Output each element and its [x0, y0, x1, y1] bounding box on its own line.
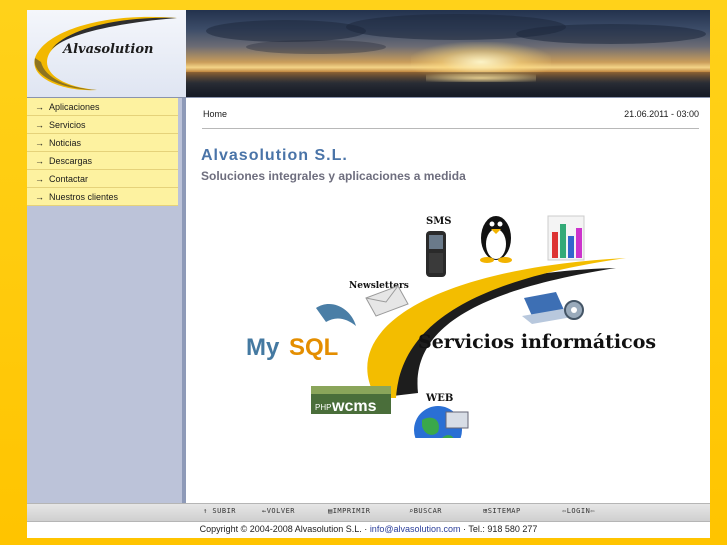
sidebar-item-label: Servicios	[49, 120, 86, 130]
sidebar: → Aplicaciones → Servicios → Noticias → Desc…	[27, 98, 186, 503]
logo[interactable]: Alvasolution	[27, 10, 186, 97]
phone-text: · Tel.: 918 580 277	[460, 524, 538, 534]
sidebar-item-aplicaciones[interactable]: → Aplicaciones	[27, 98, 178, 116]
sitemap-link[interactable]: ⊞SITEMAP	[483, 507, 521, 515]
mysql-logo: My SQL	[246, 304, 356, 361]
current-date: 21.06.2011 - 03:00	[624, 109, 699, 119]
imprimir-link[interactable]: ▤IMPRIMIR	[328, 507, 370, 515]
mysql-sql: SQL	[289, 334, 338, 361]
header-banner-image	[186, 10, 710, 97]
logo-text: Alvasolution	[63, 42, 154, 57]
services-label: Servicios informáticos	[418, 331, 656, 353]
page-subtitle: Soluciones integrales y aplicaciones a m…	[201, 169, 466, 183]
wcms-text: wcms	[331, 398, 377, 415]
sidebar-item-noticias[interactable]: → Noticias	[27, 134, 178, 152]
breadcrumb[interactable]: Home	[203, 109, 227, 119]
arrow-right-icon: →	[35, 102, 44, 112]
login-link[interactable]: ⇦LOGIN⇦	[562, 507, 595, 515]
footer-nav: ↑ SUBIR ←VOLVER ▤IMPRIMIR ⌕BUSCAR ⊞SITEM…	[27, 503, 710, 522]
breadcrumb-bar: Home 21.06.2011 - 03:00	[202, 106, 699, 129]
mysql-my: My	[246, 334, 280, 361]
arrow-right-icon: →	[35, 156, 44, 166]
sidebar-menu: → Aplicaciones → Servicios → Noticias → Desc…	[27, 98, 182, 206]
mobile-phone-icon	[426, 231, 446, 277]
sidebar-item-descargas[interactable]: → Descargas	[27, 152, 178, 170]
php-text: PHP	[315, 403, 331, 412]
header: Alvasolution	[27, 10, 710, 97]
buscar-link[interactable]: ⌕BUSCAR	[409, 507, 442, 515]
volver-link[interactable]: ←VOLVER	[262, 507, 295, 515]
copyright-text: Copyright © 2004-2008 Alvasolution S.L. …	[199, 524, 370, 534]
sidebar-item-label: Noticias	[49, 138, 82, 148]
copyright-bar: Copyright © 2004-2008 Alvasolution S.L. …	[27, 522, 710, 538]
globe-monitor-icon	[414, 406, 469, 438]
sidebar-item-servicios[interactable]: → Servicios	[27, 116, 178, 134]
arrow-right-icon: →	[35, 138, 44, 148]
sidebar-item-contactar[interactable]: → Contactar	[27, 170, 178, 188]
main-content: Home 21.06.2011 - 03:00 Alvasolution S.L…	[186, 98, 710, 503]
subir-link[interactable]: ↑ SUBIR	[203, 507, 236, 515]
phpwcms-logo: PHP wcms	[311, 386, 391, 415]
sms-label: SMS	[426, 216, 452, 227]
arrow-right-icon: →	[35, 120, 44, 130]
login-arrow-icon: ⇦	[590, 507, 596, 515]
bar-chart-icon	[547, 215, 585, 261]
page-title: Alvasolution S.L.	[201, 147, 348, 164]
sidebar-item-label: Nuestros clientes	[49, 192, 119, 202]
arrow-right-icon: →	[35, 192, 44, 202]
laptop-gear-icon	[522, 292, 584, 324]
sidebar-item-label: Contactar	[49, 174, 89, 184]
email-link[interactable]: info@alvasolution.com	[370, 524, 461, 534]
linux-penguin-icon	[480, 216, 512, 263]
sidebar-item-label: Descargas	[49, 156, 93, 166]
page-container: Alvasolution → Aplicaciones → Servicios → N…	[27, 10, 710, 538]
web-label: WEB	[425, 393, 453, 404]
services-graphic: SMS Newsletters My SQL Servicios informá…	[246, 215, 656, 438]
sidebar-item-nuestros-clientes[interactable]: → Nuestros clientes	[27, 188, 178, 206]
sidebar-item-label: Aplicaciones	[49, 102, 100, 112]
arrow-right-icon: →	[35, 174, 44, 184]
